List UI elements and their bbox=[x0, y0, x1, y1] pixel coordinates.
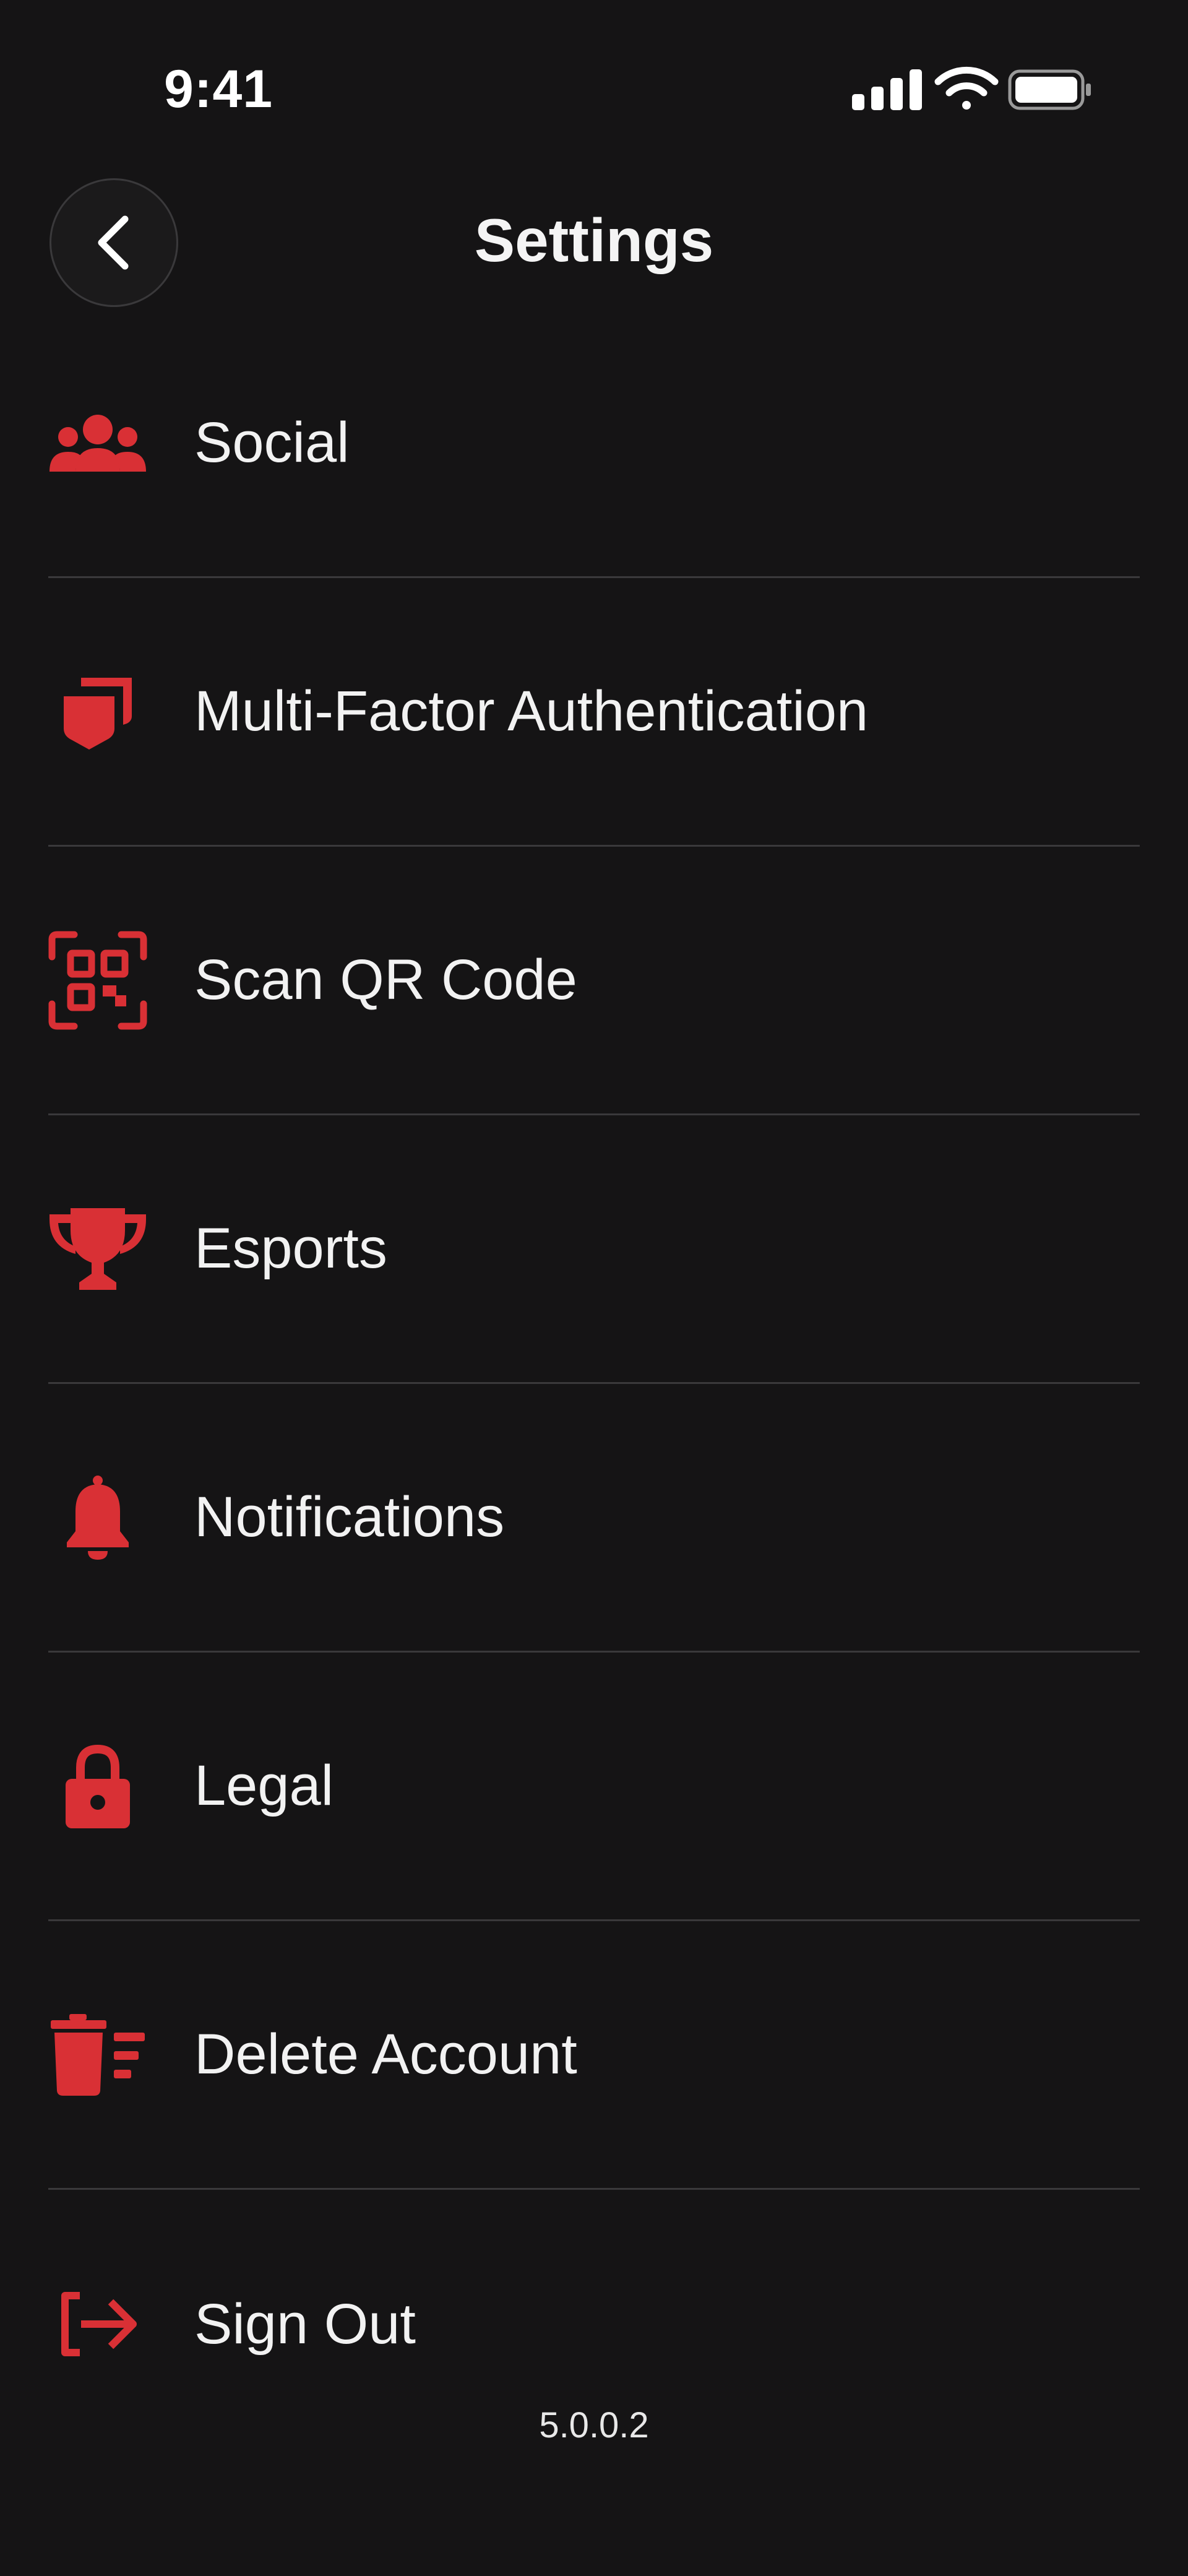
menu-item-label: Multi-Factor Authentication bbox=[194, 680, 869, 743]
lock-icon bbox=[48, 1737, 147, 1836]
menu-item-notifications[interactable]: Notifications bbox=[48, 1384, 1140, 1653]
menu-item-social[interactable]: Social bbox=[48, 309, 1140, 578]
status-bar: 9:41 bbox=[0, 0, 1188, 173]
wifi-icon bbox=[934, 66, 999, 110]
sign-out-icon bbox=[48, 2275, 147, 2374]
menu-item-label: Social bbox=[194, 411, 350, 474]
menu-item-label: Legal bbox=[194, 1754, 334, 1817]
menu-item-scan-qr-code[interactable]: Scan QR Code bbox=[48, 847, 1140, 1115]
bell-icon bbox=[48, 1468, 147, 1567]
settings-menu: Social Multi-Factor Authentication Scan … bbox=[48, 309, 1140, 2458]
page-title: Settings bbox=[474, 206, 714, 274]
app-version: 5.0.0.2 bbox=[539, 2405, 649, 2445]
menu-item-label: Scan QR Code bbox=[194, 948, 577, 1011]
menu-item-esports[interactable]: Esports bbox=[48, 1115, 1140, 1384]
menu-item-label: Sign Out bbox=[194, 2292, 416, 2356]
qr-code-icon bbox=[48, 931, 147, 1030]
menu-item-label: Delete Account bbox=[194, 2023, 577, 2086]
shield-icon bbox=[48, 662, 147, 761]
menu-item-multi-factor-authentication[interactable]: Multi-Factor Authentication bbox=[48, 578, 1140, 847]
trash-list-icon bbox=[48, 2005, 147, 2104]
battery-icon bbox=[1008, 69, 1091, 110]
trophy-icon bbox=[48, 1199, 147, 1299]
menu-item-label: Esports bbox=[194, 1217, 387, 1280]
cellular-signal-icon bbox=[852, 69, 922, 110]
status-time: 9:41 bbox=[164, 59, 273, 119]
menu-item-label: Notifications bbox=[194, 1485, 505, 1549]
menu-item-delete-account[interactable]: Delete Account bbox=[48, 1921, 1140, 2190]
menu-item-legal[interactable]: Legal bbox=[48, 1653, 1140, 1921]
nav-bar: Settings bbox=[0, 173, 1188, 322]
status-icons bbox=[852, 66, 1091, 110]
users-group-icon bbox=[48, 394, 147, 493]
